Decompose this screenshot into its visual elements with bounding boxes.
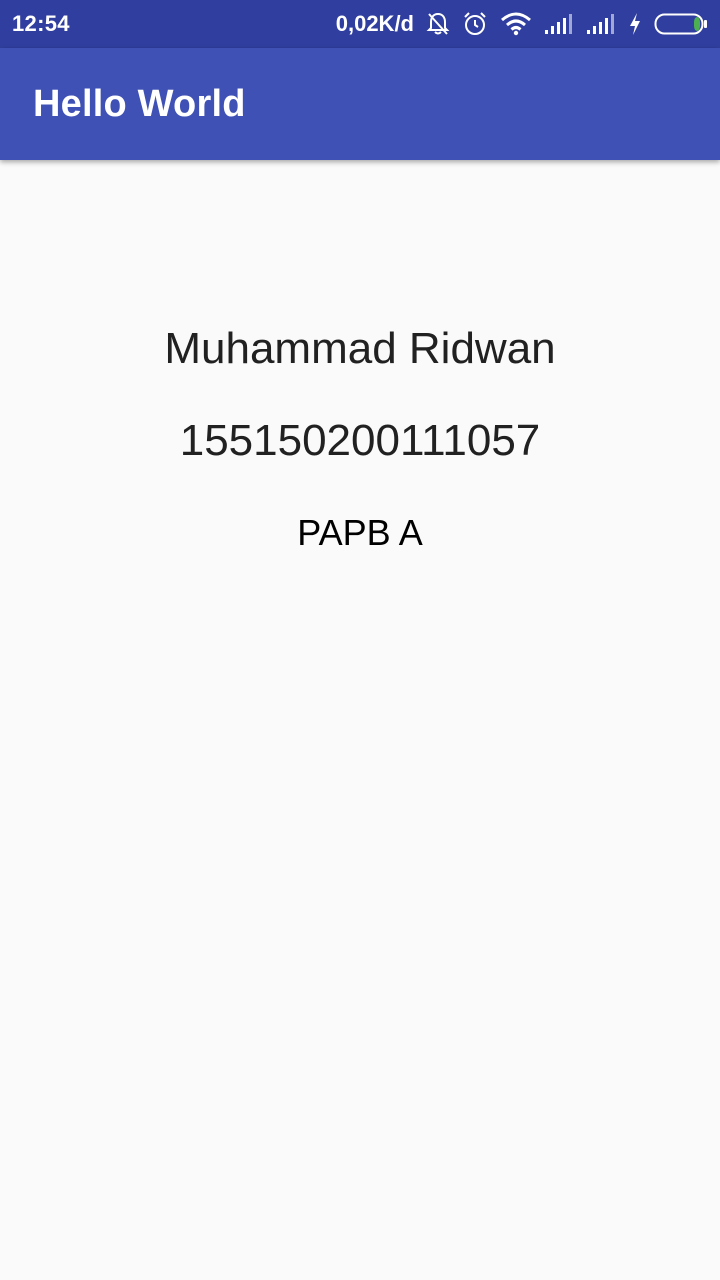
wifi-icon <box>500 10 532 38</box>
signal-icon <box>586 10 616 38</box>
network-speed: 0,02K/d <box>335 11 414 36</box>
alarm-off-icon <box>426 10 450 38</box>
main-content: Muhammad Ridwan 155150200111057 PAPB A <box>0 160 720 1280</box>
charging-icon <box>628 10 642 38</box>
status-time: 12:54 <box>12 11 70 36</box>
name-text: Muhammad Ridwan <box>164 324 556 373</box>
app-bar: Hello World <box>0 48 720 160</box>
alarm-clock-icon <box>462 10 488 38</box>
battery-icon <box>654 10 708 38</box>
status-bar: 12:54 0,02K/d <box>0 0 720 48</box>
nim-text: 155150200111057 <box>179 416 541 465</box>
class-text: PAPB A <box>297 512 423 553</box>
app-title: Hello World <box>33 82 246 125</box>
signal-icon <box>544 10 574 38</box>
status-indicators: 0,02K/d <box>336 10 708 38</box>
